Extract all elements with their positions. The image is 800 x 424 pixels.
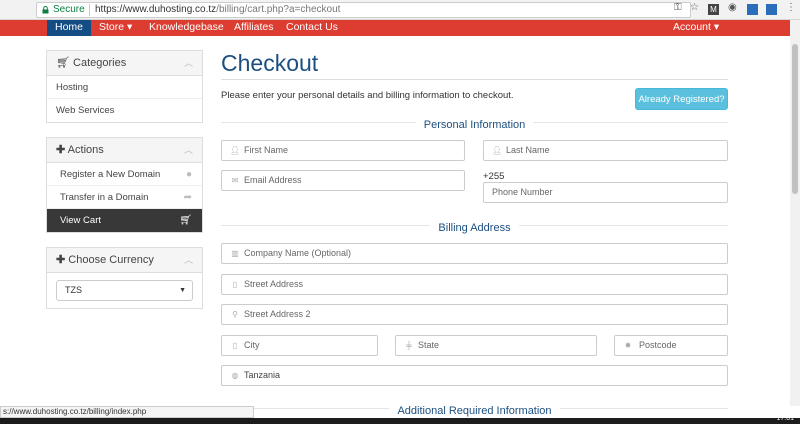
url-text: https://www.duhosting.co.tz/billing/cart…: [95, 4, 341, 15]
actions-title: Actions: [67, 144, 104, 156]
currency-header[interactable]: ✚ Choose Currency ︿: [47, 248, 202, 273]
user-icon: 👤︎: [230, 146, 241, 155]
caret-down-icon: ▼: [179, 287, 186, 294]
globe-icon: ●: [185, 169, 192, 180]
plus-icon: ✚: [56, 254, 66, 266]
already-registered-button[interactable]: Already Registered?: [635, 88, 728, 110]
url-separator: [89, 4, 90, 16]
email-input[interactable]: ✉ Email Address: [221, 170, 465, 191]
page-title: Checkout: [221, 50, 319, 76]
camera-icon[interactable]: ◉: [728, 2, 737, 13]
map-marker-icon: ⚲: [232, 310, 238, 319]
actions-panel: ✚ Actions ︿ Register a New Domain ● Tran…: [46, 137, 203, 233]
company-input[interactable]: ▥ Company Name (Optional): [221, 243, 728, 264]
city-input[interactable]: ▯ City: [221, 335, 378, 356]
section-additional-information: Additional Required Information: [221, 401, 728, 417]
secure-label: Secure: [53, 4, 85, 15]
lock-icon: [42, 6, 49, 14]
nav-account[interactable]: Account ▾: [673, 20, 719, 36]
menu-icon[interactable]: ⋮: [786, 2, 796, 13]
cart-icon: 🛒︎: [56, 57, 70, 69]
section-personal-information: Personal Information: [221, 115, 728, 131]
globe-icon: ◍: [231, 371, 239, 380]
address-bar[interactable]: Secure https://www.duhosting.co.tz/billi…: [36, 2, 691, 18]
last-name-input[interactable]: 👤︎ Last Name: [483, 140, 728, 161]
intro-text: Please enter your personal details and b…: [221, 90, 514, 101]
os-taskbar: 17:01: [0, 415, 800, 424]
sidebar-item-web-services[interactable]: Web Services: [47, 99, 202, 122]
currency-select[interactable]: TZS ▼: [56, 280, 193, 301]
title-divider: [221, 79, 728, 80]
signpost-icon: ╪: [406, 341, 412, 350]
nav-store[interactable]: Store ▾: [99, 20, 132, 36]
page-scrollbar[interactable]: [790, 20, 800, 406]
first-name-input[interactable]: 👤︎ First Name: [221, 140, 465, 161]
scroll-thumb[interactable]: [792, 44, 798, 194]
cart-icon: 🛒︎: [179, 215, 192, 226]
plus-icon: ✚: [56, 144, 66, 156]
site-navbar: Home Store ▾ Knowledgebase Affiliates Co…: [0, 20, 790, 36]
nav-home[interactable]: Home: [47, 20, 92, 36]
star-icon[interactable]: ☆: [690, 2, 699, 13]
sidebar-item-register-domain[interactable]: Register a New Domain ●: [47, 163, 202, 186]
sidebar-item-label: Register a New Domain: [60, 169, 161, 180]
building-icon: ▯: [232, 341, 238, 350]
currency-value: TZS: [65, 285, 82, 295]
building-icon: ▯: [232, 280, 238, 289]
country-select[interactable]: ◍ Tanzania: [221, 365, 728, 386]
chevron-up-icon[interactable]: ︿: [184, 248, 193, 273]
nav-affiliates[interactable]: Affiliates: [234, 20, 274, 36]
envelope-icon: ✉: [231, 176, 239, 185]
extension-icon[interactable]: [766, 4, 777, 15]
browser-toolbar: Secure https://www.duhosting.co.tz/billi…: [0, 0, 800, 20]
clock: 17:01: [776, 415, 794, 422]
phone-input[interactable]: Phone Number: [483, 182, 728, 203]
nav-contact-us[interactable]: Contact Us: [286, 20, 338, 36]
currency-title: Choose Currency: [68, 254, 154, 266]
phone-country-code: +255: [483, 171, 505, 182]
sidebar-item-label: View Cart: [60, 215, 102, 226]
building-icon: ▥: [231, 249, 239, 258]
certificate-icon: ✹: [624, 341, 632, 350]
sidebar-item-transfer-domain[interactable]: Transfer in a Domain ➦: [47, 186, 202, 209]
chevron-up-icon[interactable]: ︿: [184, 51, 193, 76]
status-bar-url: s://www.duhosting.co.tz/billing/index.ph…: [0, 406, 254, 418]
sidebar-item-hosting[interactable]: Hosting: [47, 76, 202, 99]
sidebar-item-view-cart[interactable]: View Cart 🛒︎: [47, 209, 202, 232]
postcode-input[interactable]: ✹ Postcode: [614, 335, 728, 356]
chevron-up-icon[interactable]: ︿: [184, 138, 193, 163]
nav-knowledgebase[interactable]: Knowledgebase: [149, 20, 224, 36]
section-billing-address: Billing Address: [221, 218, 728, 234]
categories-header[interactable]: 🛒︎ Categories ︿: [47, 51, 202, 76]
street-address-2-input[interactable]: ⚲ Street Address 2: [221, 304, 728, 325]
actions-header[interactable]: ✚ Actions ︿: [47, 138, 202, 163]
user-icon: 👤︎: [492, 146, 503, 155]
categories-title: Categories: [73, 57, 127, 69]
categories-panel: 🛒︎ Categories ︿ Hosting Web Services: [46, 50, 203, 123]
street-address-input[interactable]: ▯ Street Address: [221, 274, 728, 295]
gmail-extension-icon[interactable]: M: [708, 4, 719, 15]
extension-icon[interactable]: [747, 4, 758, 15]
key-icon[interactable]: ⚿: [674, 2, 682, 13]
sidebar-item-label: Transfer in a Domain: [60, 192, 149, 203]
currency-panel: ✚ Choose Currency ︿ TZS ▼: [46, 247, 203, 309]
share-arrow-icon: ➦: [183, 192, 192, 203]
state-input[interactable]: ╪ State: [395, 335, 597, 356]
